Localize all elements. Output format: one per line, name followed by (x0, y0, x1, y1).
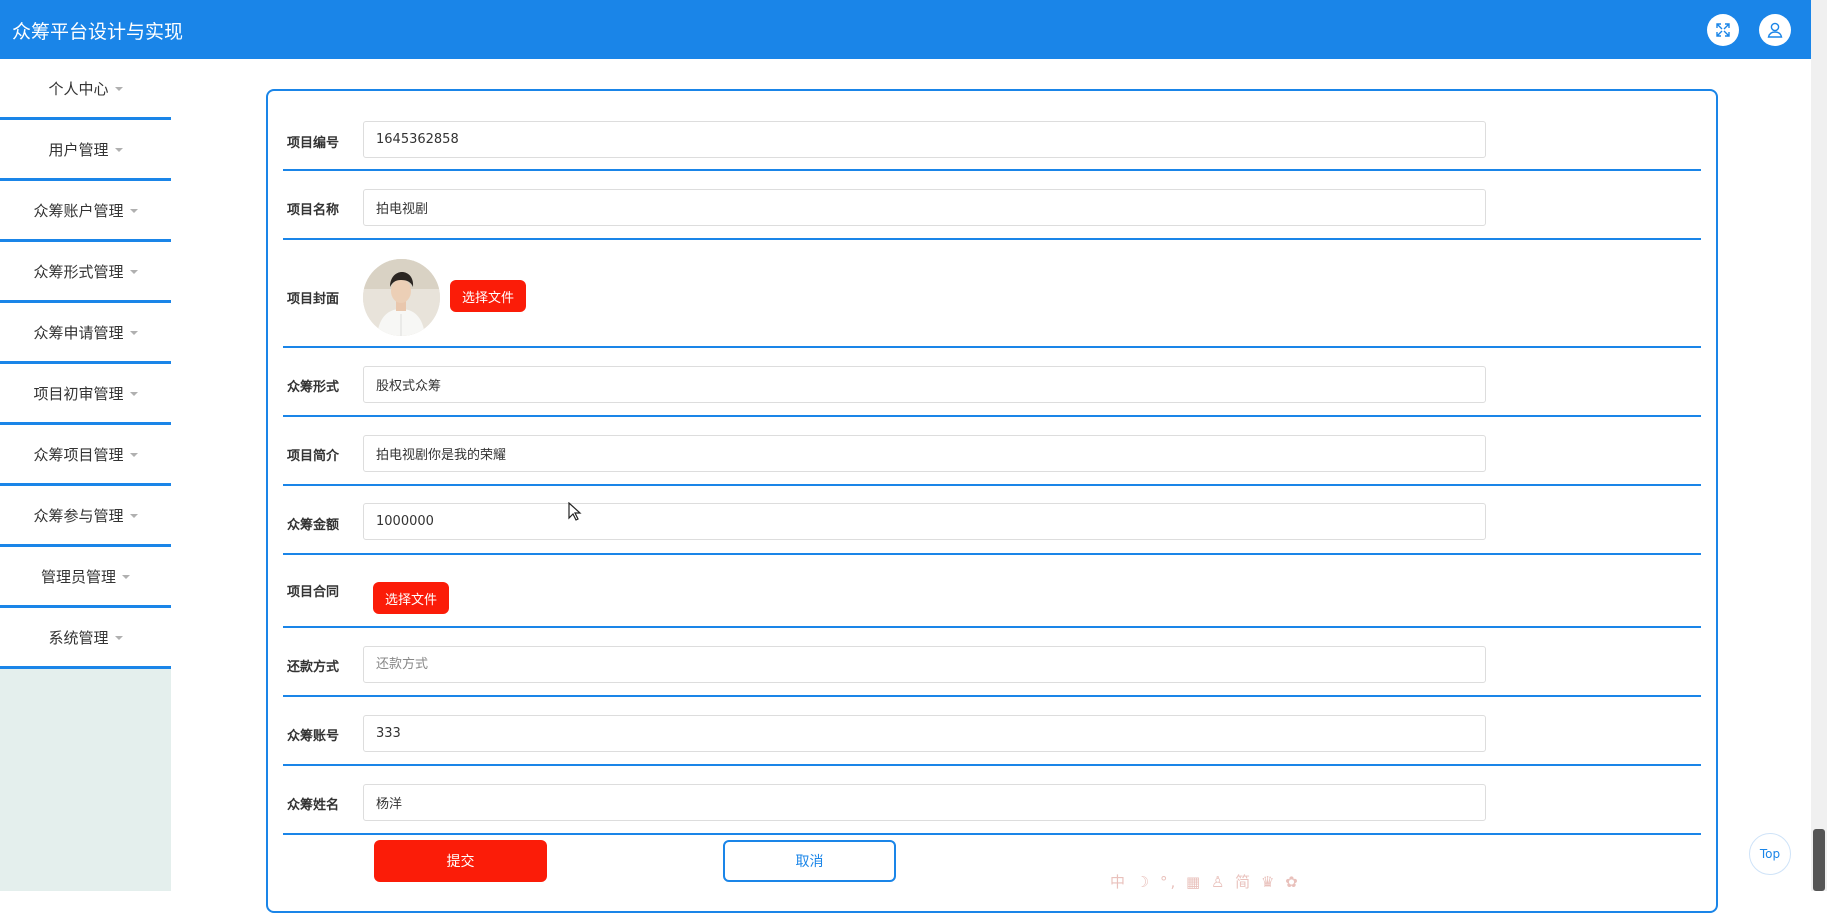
sidebar: 个人中心 用户管理 众筹账户管理 众筹形式管理 众筹申请管理 项目初审管理 众筹… (0, 59, 171, 891)
caret-down-icon (129, 331, 138, 335)
caret-down-icon (114, 148, 123, 152)
sidebar-item-label: 个人中心 (48, 79, 109, 98)
caret-down-icon (114, 636, 123, 640)
field-label: 项目合同 (287, 585, 340, 600)
mouse-cursor-icon (568, 502, 582, 521)
project-name-input[interactable] (363, 189, 1486, 226)
sidebar-item-label: 众筹账户管理 (33, 201, 124, 220)
person-photo-icon (363, 259, 440, 336)
form-row-amount: 众筹金额 (283, 486, 1701, 555)
field-label: 项目封面 (287, 292, 340, 307)
intro-input[interactable] (363, 435, 1486, 472)
field-label: 众筹姓名 (287, 798, 340, 813)
field-label: 众筹形式 (287, 380, 340, 395)
ime-toolbar[interactable]: 中 ☽ °, ▦ ♙ 简 ♛ ✿ (1110, 871, 1301, 892)
cancel-button[interactable]: 取消 (723, 840, 896, 882)
form-row-name: 众筹姓名 (283, 766, 1701, 835)
sidebar-item-crowd-forms[interactable]: 众筹形式管理 (0, 242, 171, 303)
sidebar-item-label: 项目初审管理 (33, 384, 124, 403)
form-row-account: 众筹账号 (283, 697, 1701, 766)
field-label: 众筹账号 (287, 729, 340, 744)
caret-down-icon (129, 453, 138, 457)
sidebar-item-label: 众筹形式管理 (33, 262, 124, 281)
crowd-form-input[interactable] (363, 366, 1486, 403)
caret-down-icon (129, 392, 138, 396)
project-form: 项目编号 项目名称 项目封面 选择文件 众筹形式 项目简介 众筹金额 (266, 89, 1718, 913)
user-button[interactable] (1759, 14, 1791, 46)
amount-input[interactable] (363, 503, 1486, 540)
caret-down-icon (129, 514, 138, 518)
back-to-top-button[interactable]: Top (1749, 833, 1791, 875)
form-row-repayment: 还款方式 (283, 628, 1701, 697)
caret-down-icon (122, 575, 130, 579)
sidebar-item-personal-center[interactable]: 个人中心 (0, 59, 171, 120)
name-input[interactable] (363, 784, 1486, 821)
repayment-input[interactable] (363, 646, 1486, 683)
sidebar-item-label: 众筹参与管理 (33, 506, 124, 525)
form-row-cover: 项目封面 选择文件 (283, 240, 1701, 348)
field-label: 项目编号 (287, 136, 340, 151)
sidebar-item-label: 众筹申请管理 (33, 323, 124, 342)
field-label: 众筹金额 (287, 518, 340, 533)
choose-contract-file-button[interactable]: 选择文件 (373, 582, 449, 614)
sidebar-item-users[interactable]: 用户管理 (0, 120, 171, 181)
expand-icon (1716, 23, 1730, 37)
caret-down-icon (129, 209, 138, 213)
form-row-project-name: 项目名称 (283, 171, 1701, 240)
form-row-intro: 项目简介 (283, 417, 1701, 486)
project-no-input[interactable] (363, 121, 1486, 158)
caret-down-icon (129, 270, 138, 274)
sidebar-item-label: 管理员管理 (40, 567, 116, 586)
form-row-crowd-form: 众筹形式 (283, 348, 1701, 417)
choose-cover-file-button[interactable]: 选择文件 (450, 280, 526, 312)
sidebar-item-label: 系统管理 (48, 628, 109, 647)
caret-down-icon (114, 87, 123, 91)
page-scrollbar[interactable] (1811, 0, 1827, 891)
form-row-contract: 项目合同 选择文件 (283, 555, 1701, 628)
cover-thumbnail (363, 259, 440, 336)
sidebar-item-crowd-applications[interactable]: 众筹申请管理 (0, 303, 171, 364)
submit-button[interactable]: 提交 (374, 840, 547, 882)
sidebar-item-crowd-accounts[interactable]: 众筹账户管理 (0, 181, 171, 242)
top-header: 众筹平台设计与实现 (0, 0, 1811, 59)
account-input[interactable] (363, 715, 1486, 752)
app-title: 众筹平台设计与实现 (12, 21, 184, 43)
field-label: 项目名称 (287, 203, 340, 218)
field-label: 还款方式 (287, 660, 340, 675)
fullscreen-button[interactable] (1707, 14, 1739, 46)
sidebar-item-initial-review[interactable]: 项目初审管理 (0, 364, 171, 425)
sidebar-item-label: 众筹项目管理 (33, 445, 124, 464)
form-row-project-no: 项目编号 (283, 91, 1701, 171)
sidebar-item-label: 用户管理 (48, 140, 109, 159)
sidebar-item-system[interactable]: 系统管理 (0, 608, 171, 669)
sidebar-item-crowd-participation[interactable]: 众筹参与管理 (0, 486, 171, 547)
sidebar-item-admins[interactable]: 管理员管理 (0, 547, 171, 608)
field-label: 项目简介 (287, 449, 340, 464)
scrollbar-thumb[interactable] (1813, 829, 1825, 891)
sidebar-item-crowd-projects[interactable]: 众筹项目管理 (0, 425, 171, 486)
user-icon (1767, 22, 1783, 38)
